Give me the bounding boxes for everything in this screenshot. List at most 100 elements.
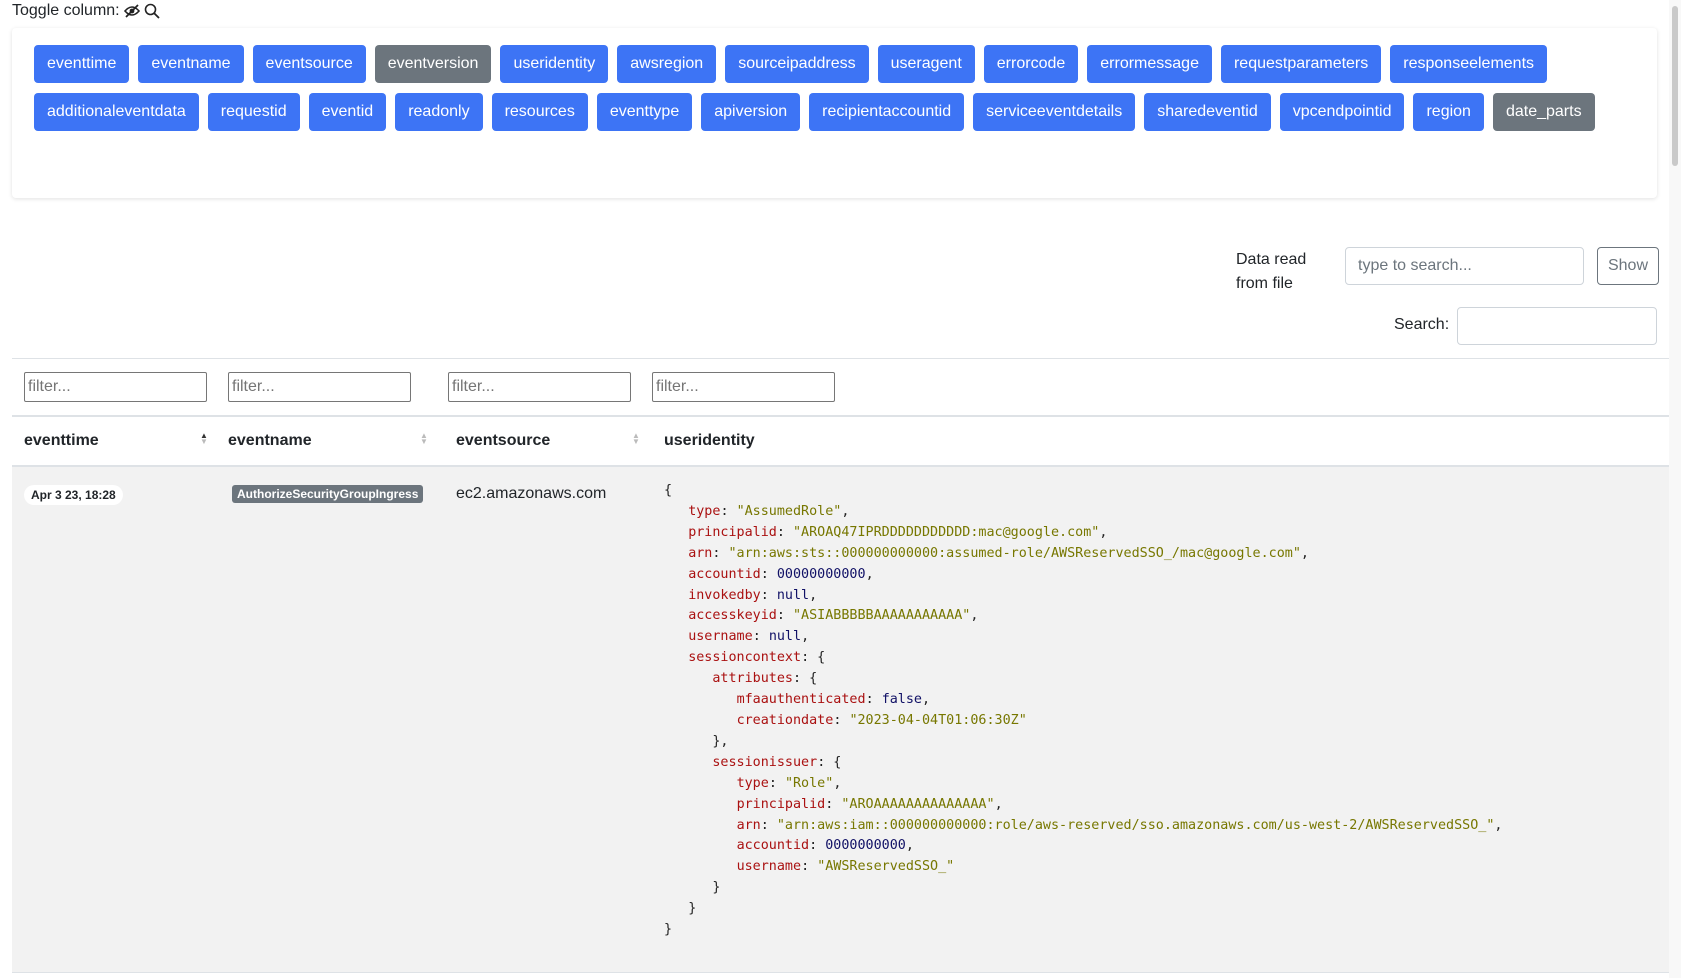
eventname-badge: AuthorizeSecurityGroupIngress (232, 485, 424, 503)
toggle-column-label: Toggle column: (12, 2, 160, 20)
toggle-recipientaccountid-button[interactable]: recipientaccountid (809, 93, 965, 131)
toggle-eventid-button[interactable]: eventid (308, 93, 387, 131)
toggle-resources-button[interactable]: resources (491, 93, 588, 131)
json-key: accountid (688, 566, 761, 582)
sort-eventname-icon[interactable]: ▲ ▼ (420, 432, 428, 446)
json-string: "AROAQ47IPRDDDDDDDDDDD:mac@google.com" (793, 524, 1100, 540)
json-punct: , (801, 629, 810, 645)
json-line: arn: "arn:aws:iam::000000000000:role/aws… (664, 817, 1503, 833)
json-line: type: "AssumedRole", (664, 504, 849, 519)
json-string: "ASIABBBBBAAAAAAAAAAA" (793, 608, 971, 624)
toggle-eventname-button[interactable]: eventname (138, 45, 244, 83)
json-line: accountid: 0000000000, (664, 838, 914, 853)
json-punct: , (865, 566, 874, 582)
json-value: null (768, 629, 802, 645)
toggle-eventtime-button[interactable]: eventtime (34, 45, 130, 83)
scrollbar-thumb[interactable] (1672, 6, 1678, 166)
useridentity-json: { type: "AssumedRole", principalid: "ARO… (664, 481, 1502, 941)
json-line: sessioncontext: { (664, 650, 825, 665)
json-line: } (664, 880, 720, 895)
json-key: username (736, 859, 802, 875)
toggle-readonly-button[interactable]: readonly (395, 93, 483, 131)
sort-eventtime-icon[interactable]: ▲ ▼ (200, 432, 208, 446)
toggle-responseelements-button[interactable]: responseelements (1390, 45, 1548, 83)
json-string: "2023-04-04T01:06:30Z" (849, 712, 1027, 728)
toggle-apiversion-button[interactable]: apiversion (701, 93, 801, 131)
toggle-additionaleventdata-button[interactable]: additionaleventdata (34, 93, 199, 131)
toggle-errorcode-button[interactable]: errorcode (983, 45, 1079, 83)
json-line: principalid: "AROAQ47IPRDDDDDDDDDDD:mac@… (664, 525, 1107, 540)
show-button[interactable]: Show (1597, 247, 1659, 285)
json-punct: }, (712, 733, 729, 749)
json-line: principalid: "AROAAAAAAAAAAAAAA", (664, 797, 1003, 812)
sort-eventsource-icon[interactable]: ▲ ▼ (632, 432, 640, 446)
json-punct: : { (801, 650, 826, 666)
json-line: accesskeyid: "ASIABBBBBAAAAAAAAAAA", (664, 608, 978, 623)
json-key: attributes (712, 671, 793, 687)
json-key: arn (736, 817, 761, 833)
toggle-eventsource-button[interactable]: eventsource (252, 45, 366, 83)
search-icon[interactable] (144, 3, 160, 19)
toggle-useridentity-button[interactable]: useridentity (500, 45, 609, 83)
toggle-eventtype-button[interactable]: eventtype (596, 93, 693, 131)
data-read-label: Data read from file (1236, 251, 1307, 292)
json-punct: : (809, 838, 826, 854)
filter-useridentity[interactable] (652, 372, 835, 402)
json-punct: : (801, 859, 818, 875)
json-punct: : (760, 566, 777, 582)
json-punct: , (833, 775, 842, 791)
toggle-awsregion-button[interactable]: awsregion (617, 45, 717, 83)
toggle-sharedeventid-button[interactable]: sharedeventid (1144, 93, 1271, 131)
toggle-eventversion-button[interactable]: eventversion (374, 45, 492, 83)
header-eventsource[interactable]: eventsource (456, 432, 550, 450)
json-punct: , (994, 796, 1003, 812)
json-punct: { (664, 483, 673, 498)
json-value: null (776, 587, 810, 603)
json-punct: : { (817, 754, 842, 770)
eventsource-cell: ec2.amazonaws.com (456, 485, 607, 502)
toggle-requestparameters-button[interactable]: requestparameters (1220, 45, 1382, 83)
json-line: creationdate: "2023-04-04T01:06:30Z" (664, 713, 1027, 728)
toggle-useragent-button[interactable]: useragent (877, 45, 975, 83)
json-punct: , (970, 608, 979, 624)
json-punct: : (760, 587, 777, 603)
toggle-column-text: Toggle column: (12, 2, 120, 19)
toggle-region-button[interactable]: region (1413, 93, 1484, 131)
json-key: principalid (736, 796, 826, 812)
filter-eventsource[interactable] (448, 372, 631, 402)
file-search-input[interactable] (1345, 247, 1584, 285)
eventtime-badge: Apr 3 23, 18:28 (24, 485, 123, 505)
json-key: sessioncontext (688, 650, 802, 666)
filter-eventname[interactable] (228, 372, 411, 402)
json-punct: } (712, 880, 721, 896)
eye-slash-icon[interactable] (123, 4, 140, 18)
json-key: accesskeyid (688, 608, 777, 624)
toggle-requestid-button[interactable]: requestid (207, 93, 300, 131)
json-punct: : (768, 775, 785, 791)
json-punct: : (752, 629, 769, 645)
json-punct: , (922, 692, 931, 708)
json-line: attributes: { (664, 671, 817, 686)
json-punct: , (1494, 817, 1503, 833)
toggle-errormessage-button[interactable]: errormessage (1087, 45, 1212, 83)
json-punct: : { (793, 671, 818, 687)
json-punct: , (1099, 524, 1108, 540)
json-punct: , (809, 587, 818, 603)
header-eventtime[interactable]: eventtime (24, 432, 99, 450)
json-line: }, (664, 733, 729, 749)
page-scrollbar[interactable] (1669, 0, 1681, 978)
filter-eventtime[interactable] (24, 372, 207, 402)
toggle-date-parts-button[interactable]: date_parts (1492, 93, 1595, 131)
toggle-sourceipaddress-button[interactable]: sourceipaddress (725, 45, 869, 83)
json-key: invokedby (688, 587, 761, 603)
toggle-serviceeventdetails-button[interactable]: serviceeventdetails (973, 93, 1136, 131)
json-line: username: "AWSReservedSSO_" (664, 859, 955, 875)
json-key: arn (688, 545, 713, 561)
json-string: "AROAAAAAAAAAAAAAA" (841, 796, 995, 812)
table-search-input[interactable] (1457, 307, 1657, 345)
header-eventname[interactable]: eventname (228, 432, 312, 450)
json-line: username: null, (664, 629, 809, 644)
json-punct: , (841, 503, 850, 519)
json-key: type (736, 775, 769, 791)
toggle-vpcendpointid-button[interactable]: vpcendpointid (1279, 93, 1405, 131)
